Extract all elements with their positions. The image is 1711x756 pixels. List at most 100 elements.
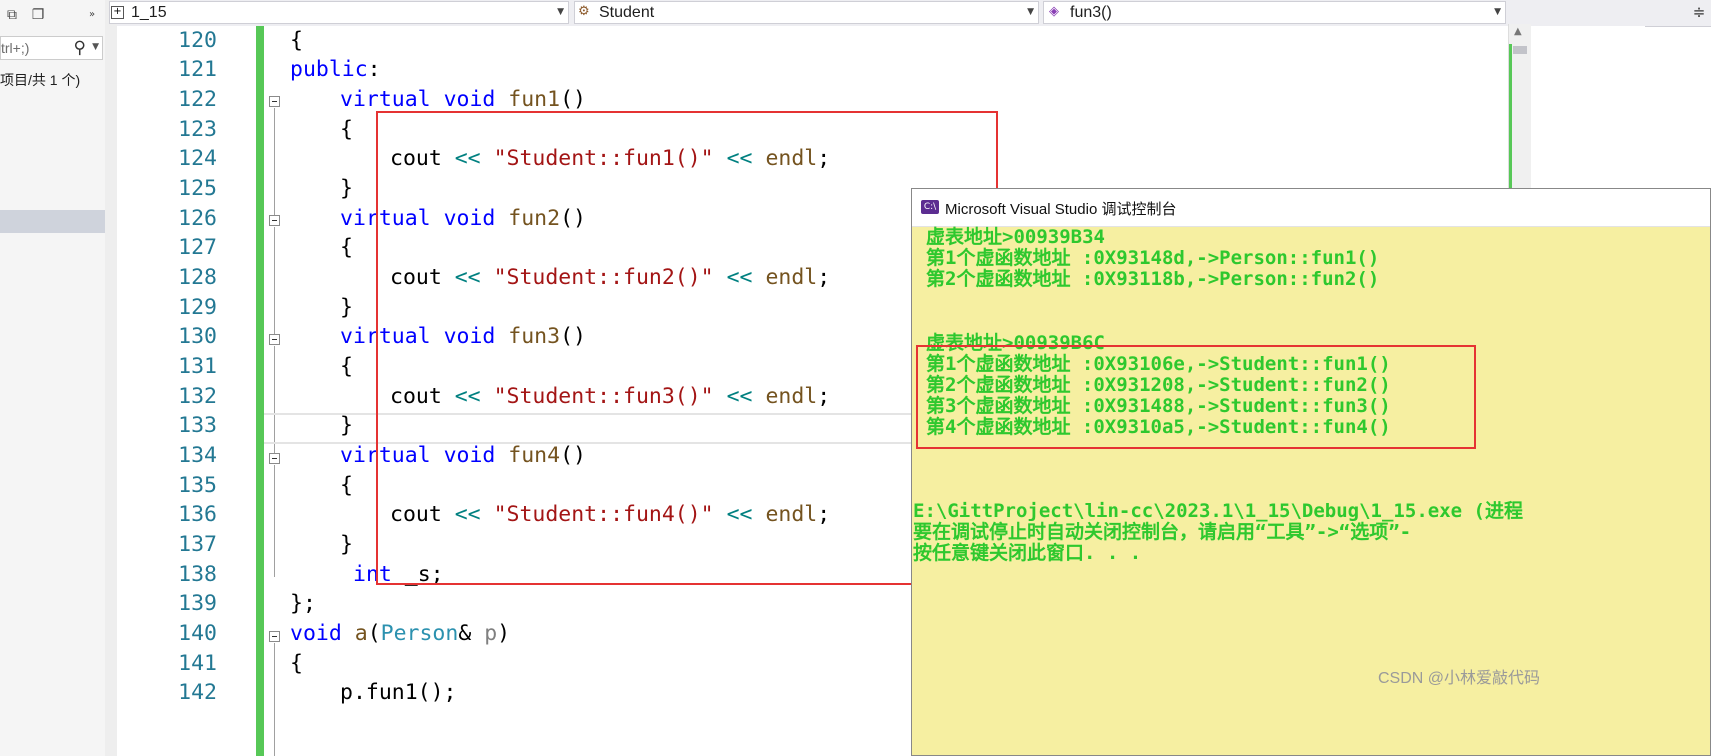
line-number: 140: [178, 621, 217, 646]
console-title: Microsoft Visual Studio 调试控制台: [945, 201, 1177, 218]
watermark: CSDN @小林爱敲代码: [1378, 670, 1541, 687]
line-number: 139: [178, 591, 217, 616]
chevron-down-icon: ▼: [1494, 7, 1501, 17]
line-number: 134: [178, 443, 217, 468]
method-icon: ◈: [1049, 4, 1059, 19]
change-tracking-bar: [256, 26, 264, 756]
project-icon: +: [111, 6, 124, 19]
search-placeholder: trl+;): [1, 40, 30, 56]
code-line: virtual void fun1(): [340, 87, 586, 113]
token: :: [367, 57, 381, 82]
token: {: [340, 117, 353, 142]
token: (): [560, 87, 586, 112]
chevron-down-icon: ▼: [557, 7, 564, 17]
token: fun1: [508, 87, 561, 112]
member-dropdown[interactable]: ◈ fun3() ▼: [1043, 1, 1506, 24]
selected-tree-item[interactable]: [0, 210, 105, 233]
line-number: 135: [178, 473, 217, 498]
collapse-toggle-icon[interactable]: [269, 334, 280, 345]
line-number: 123: [178, 117, 217, 142]
overflow-icon[interactable]: »: [84, 7, 100, 23]
token: Person: [380, 621, 459, 646]
token: }: [340, 532, 353, 557]
line-number-gutter: 120 121 122 123 124 125 126 127 128 129 …: [117, 26, 247, 756]
line-number: 138: [178, 562, 217, 587]
fold-guide: [274, 643, 275, 756]
token: void: [290, 621, 342, 646]
line-number: 137: [178, 532, 217, 557]
code-line: {: [340, 117, 353, 143]
line-number: 142: [178, 680, 217, 705]
token: ): [497, 621, 511, 646]
search-icon[interactable]: ⚲: [74, 38, 86, 58]
line-number: 121: [178, 57, 217, 82]
chevron-down-icon[interactable]: ▼: [92, 42, 99, 52]
token: {: [290, 651, 303, 676]
token: {: [340, 473, 353, 498]
token: {: [340, 235, 353, 260]
solution-status-text: 项目/共 1 个): [0, 72, 81, 88]
token: }: [340, 176, 353, 201]
project-label: 1_15: [131, 4, 167, 21]
class-dropdown[interactable]: ⚙ Student ▼: [574, 1, 1039, 24]
solution-search-input[interactable]: trl+;) ⚲ ▼: [0, 36, 103, 60]
line-number: 132: [178, 384, 217, 409]
token: void: [443, 87, 496, 112]
line-number: 124: [178, 146, 217, 171]
line-number: 133: [178, 413, 217, 438]
scrollbar-thumb[interactable]: [1513, 46, 1527, 54]
code-line: }: [340, 176, 353, 202]
code-line: {: [290, 651, 303, 677]
member-label: fun3(): [1070, 4, 1112, 21]
collapse-toggle-icon[interactable]: [269, 215, 280, 226]
code-line: }: [340, 413, 353, 439]
chevron-down-icon: ▼: [1027, 7, 1034, 17]
console-line: 第2个虚函数地址 :0X93118b,->Person::fun2(): [926, 268, 1380, 290]
debug-console-window[interactable]: C:\ Microsoft Visual Studio 调试控制台 虚表地址>0…: [911, 188, 1711, 756]
line-number: 128: [178, 265, 217, 290]
scroll-up-icon[interactable]: ▲: [1514, 26, 1522, 37]
navigation-bar: + 1_15 ▼ ⚙ Student ▼ ◈ fun3() ▼ ≑: [109, 0, 1711, 27]
line-number: 122: [178, 87, 217, 112]
code-line: {: [340, 354, 353, 380]
fold-guide: [274, 108, 275, 220]
line-number: 129: [178, 295, 217, 320]
split-window-icon[interactable]: ≑: [1689, 2, 1709, 22]
collapse-toggle-icon[interactable]: [269, 453, 280, 464]
console-line: E:\GittProject\lin-cc\2023.1\1_15\Debug\…: [913, 500, 1535, 522]
line-number: 141: [178, 651, 217, 676]
line-number: 131: [178, 354, 217, 379]
code-line: }: [340, 295, 353, 321]
token: (: [367, 621, 381, 646]
solution-explorer-toolbar: ⧉ ❐ »: [0, 4, 105, 30]
token: virtual: [340, 87, 431, 112]
fold-guide: [274, 227, 275, 339]
console-output: 虚表地址>00939B34 第1个虚函数地址 :0X93148d,->Perso…: [912, 226, 1710, 756]
project-dropdown[interactable]: + 1_15 ▼: [109, 1, 569, 24]
console-app-icon: C:\: [921, 200, 939, 214]
token: p.fun1();: [340, 680, 457, 705]
console-title-bar[interactable]: C:\ Microsoft Visual Studio 调试控制台: [912, 189, 1710, 227]
code-line: {: [340, 235, 353, 261]
token: }: [340, 413, 353, 438]
collapse-toggle-icon[interactable]: [269, 631, 280, 642]
code-line: {: [290, 28, 303, 54]
collapse-toggle-icon[interactable]: [269, 96, 280, 107]
fold-guide: [274, 465, 275, 577]
copy-icon[interactable]: ❐: [30, 7, 46, 23]
code-line: p.fun1();: [340, 680, 457, 706]
collapse-all-icon[interactable]: ⧉: [4, 7, 20, 23]
line-number: 126: [178, 206, 217, 231]
token: &: [458, 621, 485, 646]
line-number: 125: [178, 176, 217, 201]
console-line: 第1个虚函数地址 :0X93148d,->Person::fun1(): [926, 247, 1380, 269]
code-line: };: [290, 591, 316, 617]
console-line: 按任意键关闭此窗口. . .: [913, 542, 1142, 564]
token: public: [290, 57, 368, 82]
code-line: }: [340, 532, 353, 558]
console-line: 虚表地址>00939B34: [926, 226, 1105, 248]
code-line: void a(Person& p): [290, 621, 510, 647]
line-number: 130: [178, 324, 217, 349]
solution-explorer-panel: ⧉ ❐ » trl+;) ⚲ ▼ 项目/共 1 个): [0, 0, 106, 756]
token: {: [340, 354, 353, 379]
